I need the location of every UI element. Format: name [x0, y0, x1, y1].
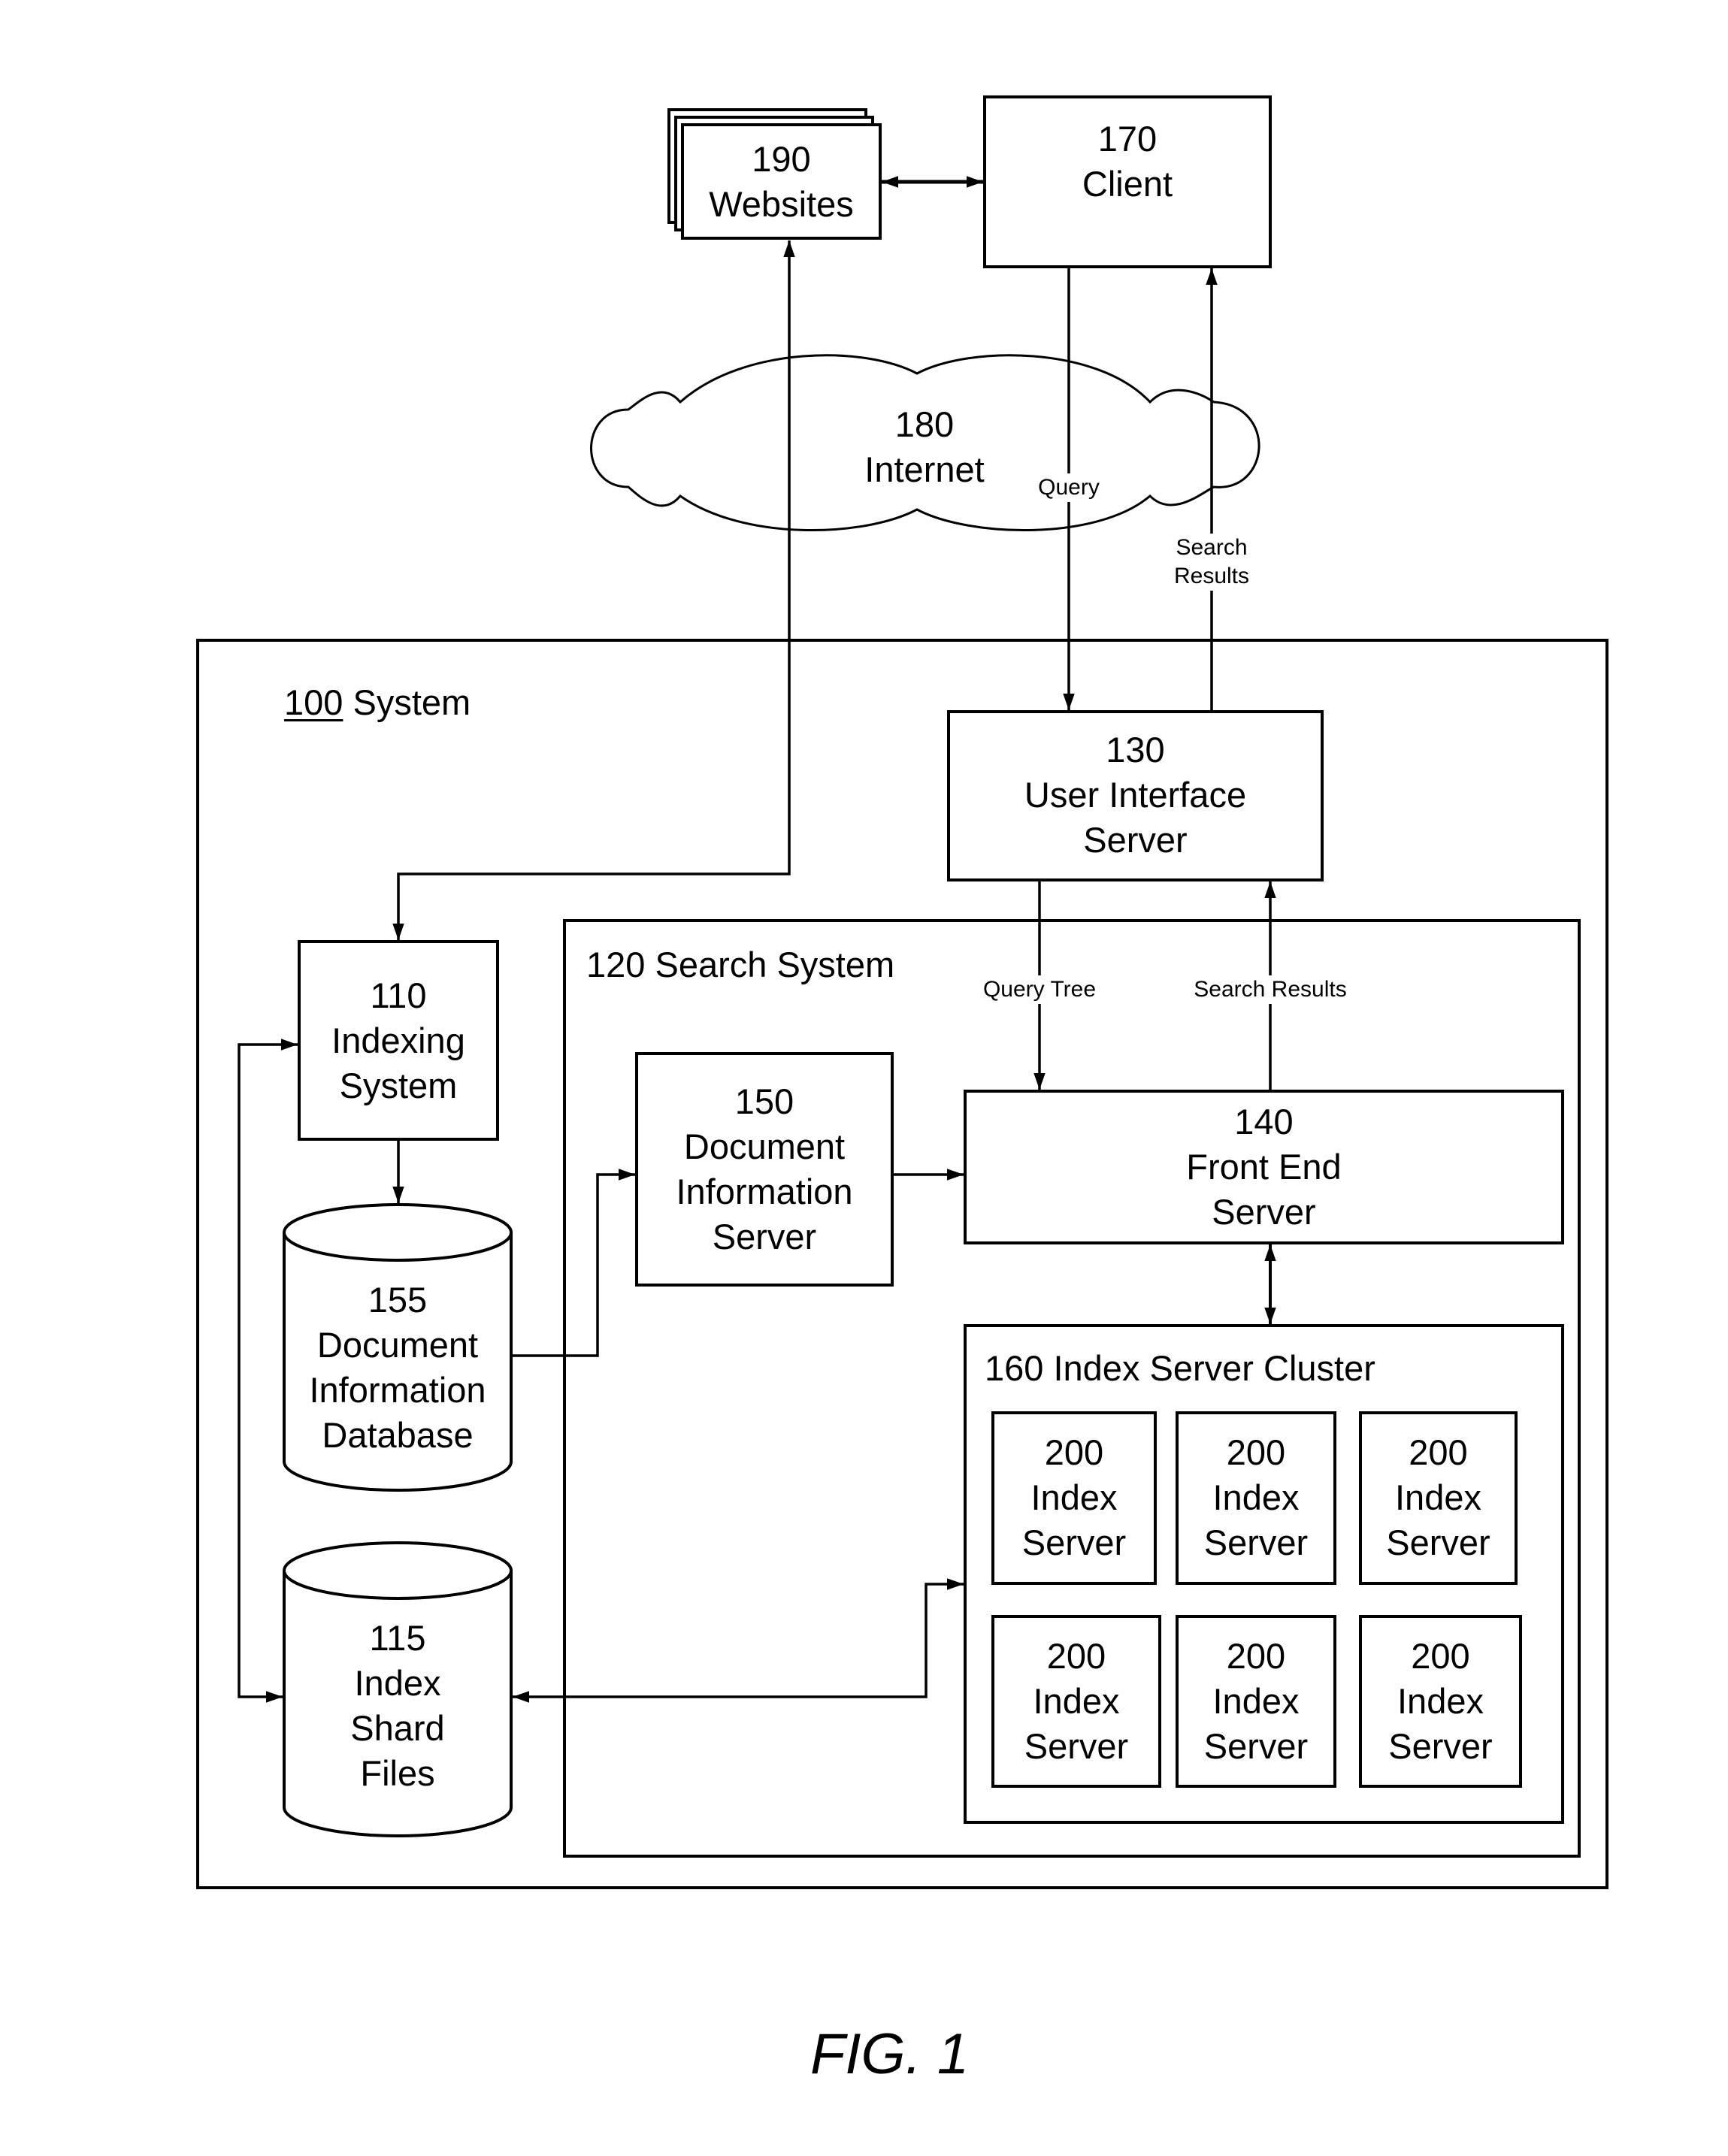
doc-server-line3: Server [712, 1217, 817, 1256]
system-title: 100 System [284, 682, 471, 724]
index-server-line2: Server [1021, 1523, 1127, 1562]
client-name: Client [1082, 164, 1173, 204]
index-server-label: 200 Index Server [1360, 1634, 1521, 1769]
index-server-label: 200 Index Server [993, 1634, 1160, 1769]
indexing-number: 110 [370, 975, 427, 1015]
index-server-line1: Index [1395, 1477, 1481, 1517]
index-server-label: 200 Index Server [1177, 1430, 1335, 1565]
ui-server-number: 130 [1106, 730, 1165, 770]
query-label: Query [1038, 473, 1100, 502]
front-end-server-label: 140 Front End Server [965, 1099, 1563, 1235]
query-tree-label: Query Tree [982, 975, 1097, 1004]
websites-label: 190 Websites [682, 125, 880, 238]
indexing-system-label: 110 Indexing System [299, 973, 498, 1108]
index-server-number: 200 [1044, 1432, 1104, 1472]
index-server-number: 200 [1226, 1636, 1286, 1676]
index-server-line2: Server [1388, 1726, 1493, 1766]
websites-number: 190 [752, 138, 811, 179]
front-end-line1: Front End [1186, 1147, 1342, 1187]
system-number: 100 [284, 682, 343, 722]
index-server-label: 200 Index Server [993, 1430, 1155, 1565]
doc-info-server-label: 150 Document Information Server [637, 1079, 892, 1259]
index-server-number: 200 [1226, 1432, 1286, 1472]
doc-db-number: 155 [368, 1280, 428, 1320]
client-label: 170 Client [985, 113, 1270, 210]
indexing-line2: System [339, 1066, 458, 1105]
system-name: System [353, 682, 471, 722]
index-server-line1: Index [1212, 1681, 1300, 1721]
ui-server-label: 130 User Interface Server [949, 727, 1322, 863]
index-server-line2: Server [1024, 1726, 1129, 1766]
system-diagram [196, 95, 1608, 1889]
index-server-line2: Server [1386, 1523, 1490, 1562]
internet-number: 180 [894, 404, 955, 444]
doc-server-line2: Information [676, 1172, 853, 1211]
doc-db-line2: Information [309, 1370, 486, 1410]
index-server-number: 200 [1046, 1636, 1106, 1676]
index-server-number: 200 [1409, 1432, 1468, 1472]
index-server-line1: Index [1212, 1477, 1300, 1517]
shards-line2: Shard [350, 1708, 445, 1748]
doc-server-number: 150 [734, 1081, 794, 1121]
index-server-line1: Index [1033, 1681, 1120, 1721]
index-shard-files-label: 115 Index Shard Files [284, 1616, 511, 1796]
doc-info-db-label: 155 Document Information Database [284, 1278, 511, 1458]
shards-line3: Files [360, 1753, 435, 1793]
shards-number: 115 [369, 1618, 426, 1658]
front-end-line2: Server [1212, 1192, 1316, 1232]
index-server-line1: Index [1030, 1477, 1118, 1517]
index-server-line2: Server [1203, 1726, 1309, 1766]
indexing-line1: Indexing [331, 1021, 465, 1060]
front-end-number: 140 [1234, 1102, 1294, 1142]
figure-caption: FIG. 1 [810, 2022, 970, 2086]
doc-server-line1: Document [683, 1126, 846, 1166]
search-results-line2: Results [1173, 564, 1250, 588]
index-server-label: 200 Index Server [1177, 1634, 1335, 1769]
search-results-label: Search Results [1173, 534, 1250, 591]
internet-name: Internet [864, 449, 985, 489]
doc-db-line1: Document [316, 1325, 479, 1365]
shards-line1: Index [354, 1663, 441, 1703]
search-results-line1: Search [1176, 535, 1248, 560]
index-server-line2: Server [1203, 1523, 1309, 1562]
ui-server-line1: User Interface [1024, 775, 1247, 815]
index-server-line1: Index [1397, 1681, 1484, 1721]
websites-name: Websites [709, 183, 854, 224]
inner-search-results-label: Search Results [1194, 975, 1347, 1004]
index-cluster-title: 160 Index Server Cluster [985, 1348, 1375, 1388]
index-server-label: 200 Index Server [1360, 1430, 1516, 1565]
search-system-title: 120 Search System [586, 945, 895, 984]
client-number: 170 [1097, 119, 1158, 159]
ui-server-line2: Server [1083, 820, 1188, 860]
internet-label: 180 Internet [812, 398, 1037, 496]
doc-db-line3: Database [322, 1415, 474, 1455]
index-server-number: 200 [1411, 1636, 1470, 1676]
